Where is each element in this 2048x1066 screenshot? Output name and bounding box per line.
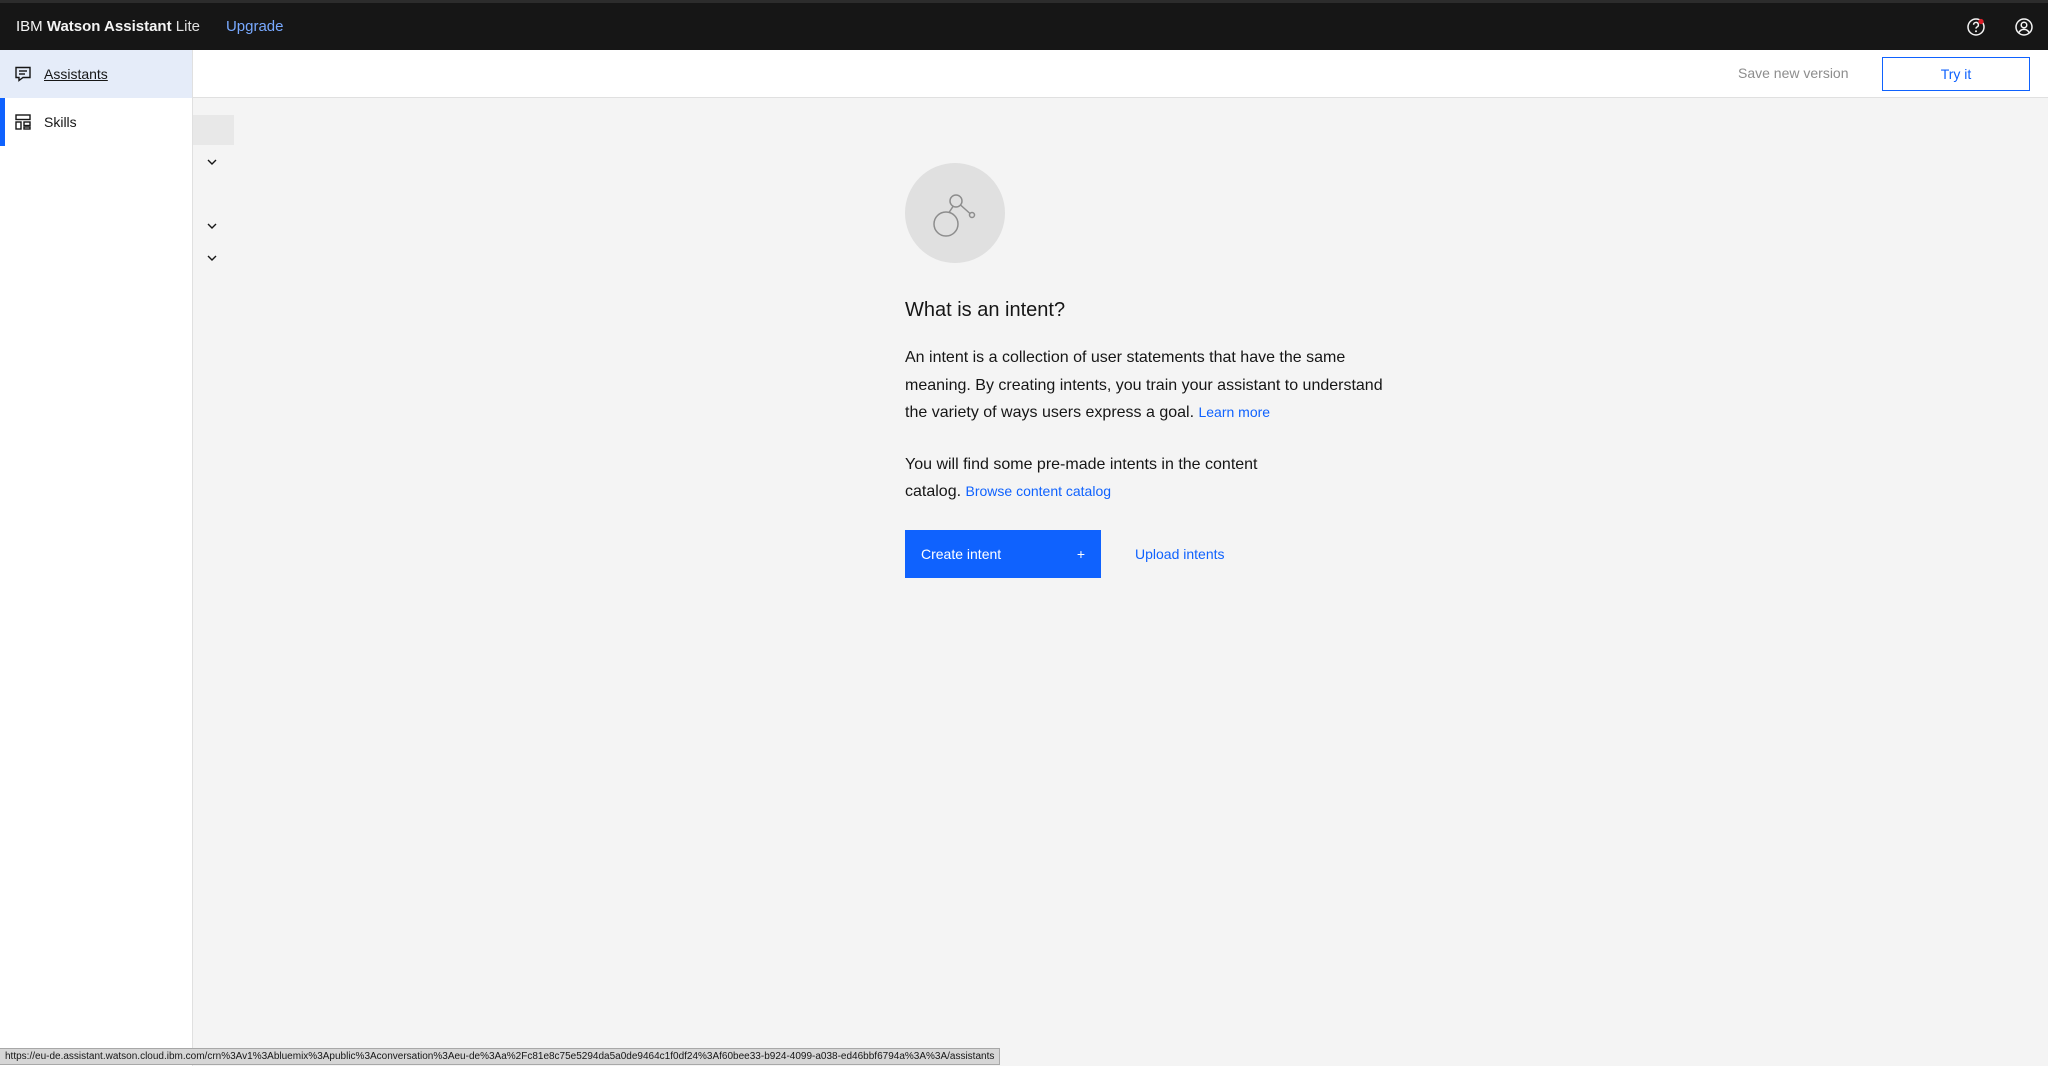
skills-icon xyxy=(15,114,31,130)
chevron-down-icon[interactable] xyxy=(205,251,219,265)
left-sidebar: Assistants Skills xyxy=(0,50,193,1066)
chat-icon xyxy=(15,66,31,82)
brand-prefix: IBM xyxy=(16,18,43,35)
nav-tab-stub[interactable] xyxy=(193,115,234,145)
empty-state-title: What is an intent? xyxy=(905,299,1066,321)
sidebar-item-skills[interactable]: Skills xyxy=(0,98,192,146)
upload-intents-link[interactable]: Upload intents xyxy=(1135,546,1225,562)
save-new-version-button[interactable]: Save new version xyxy=(1738,65,1849,81)
top-header: IBM Watson Assistant Lite Upgrade xyxy=(0,0,2048,50)
catalog-description: You will find some pre-made intents in t… xyxy=(905,451,1305,506)
browser-status-url: https://eu-de.assistant.watson.cloud.ibm… xyxy=(0,1048,1001,1065)
help-button[interactable] xyxy=(1952,3,2000,50)
sidebar-item-assistants[interactable]: Assistants xyxy=(0,50,192,98)
help-icon xyxy=(1967,17,1985,36)
create-intent-button[interactable]: Create intent + xyxy=(905,529,1101,578)
user-avatar-icon xyxy=(2015,17,2033,36)
header-actions xyxy=(1952,3,2048,50)
sidebar-item-label: Assistants xyxy=(44,66,108,82)
empty-state-actions: Create intent + Upload intents xyxy=(905,529,1395,578)
try-it-button[interactable]: Try it xyxy=(1882,57,2030,91)
brand-name: Watson Assistant xyxy=(46,18,172,35)
create-intent-label: Create intent xyxy=(921,545,1002,562)
sidebar-item-label: Skills xyxy=(44,114,77,130)
user-profile-button[interactable] xyxy=(2000,3,2048,50)
intent-description-text: An intent is a collection of user statem… xyxy=(905,349,1383,421)
intent-illustration xyxy=(905,163,1005,263)
collapsed-skill-nav xyxy=(193,98,235,308)
chevron-down-icon[interactable] xyxy=(205,155,219,169)
app-brand[interactable]: IBM Watson Assistant Lite xyxy=(16,18,200,35)
chevron-down-icon[interactable] xyxy=(205,219,219,233)
intent-graph-icon xyxy=(933,194,976,237)
learn-more-link[interactable]: Learn more xyxy=(1198,404,1270,420)
skill-toolbar: Save new version Try it xyxy=(193,50,2048,98)
brand-plan: Lite xyxy=(175,18,200,35)
intents-empty-state: What is an intent? An intent is a collec… xyxy=(905,163,1395,578)
plus-icon: + xyxy=(1076,545,1085,562)
browse-content-catalog-link[interactable]: Browse content catalog xyxy=(966,483,1112,499)
upgrade-link[interactable]: Upgrade xyxy=(226,18,284,35)
intent-description: An intent is a collection of user statem… xyxy=(905,344,1395,427)
